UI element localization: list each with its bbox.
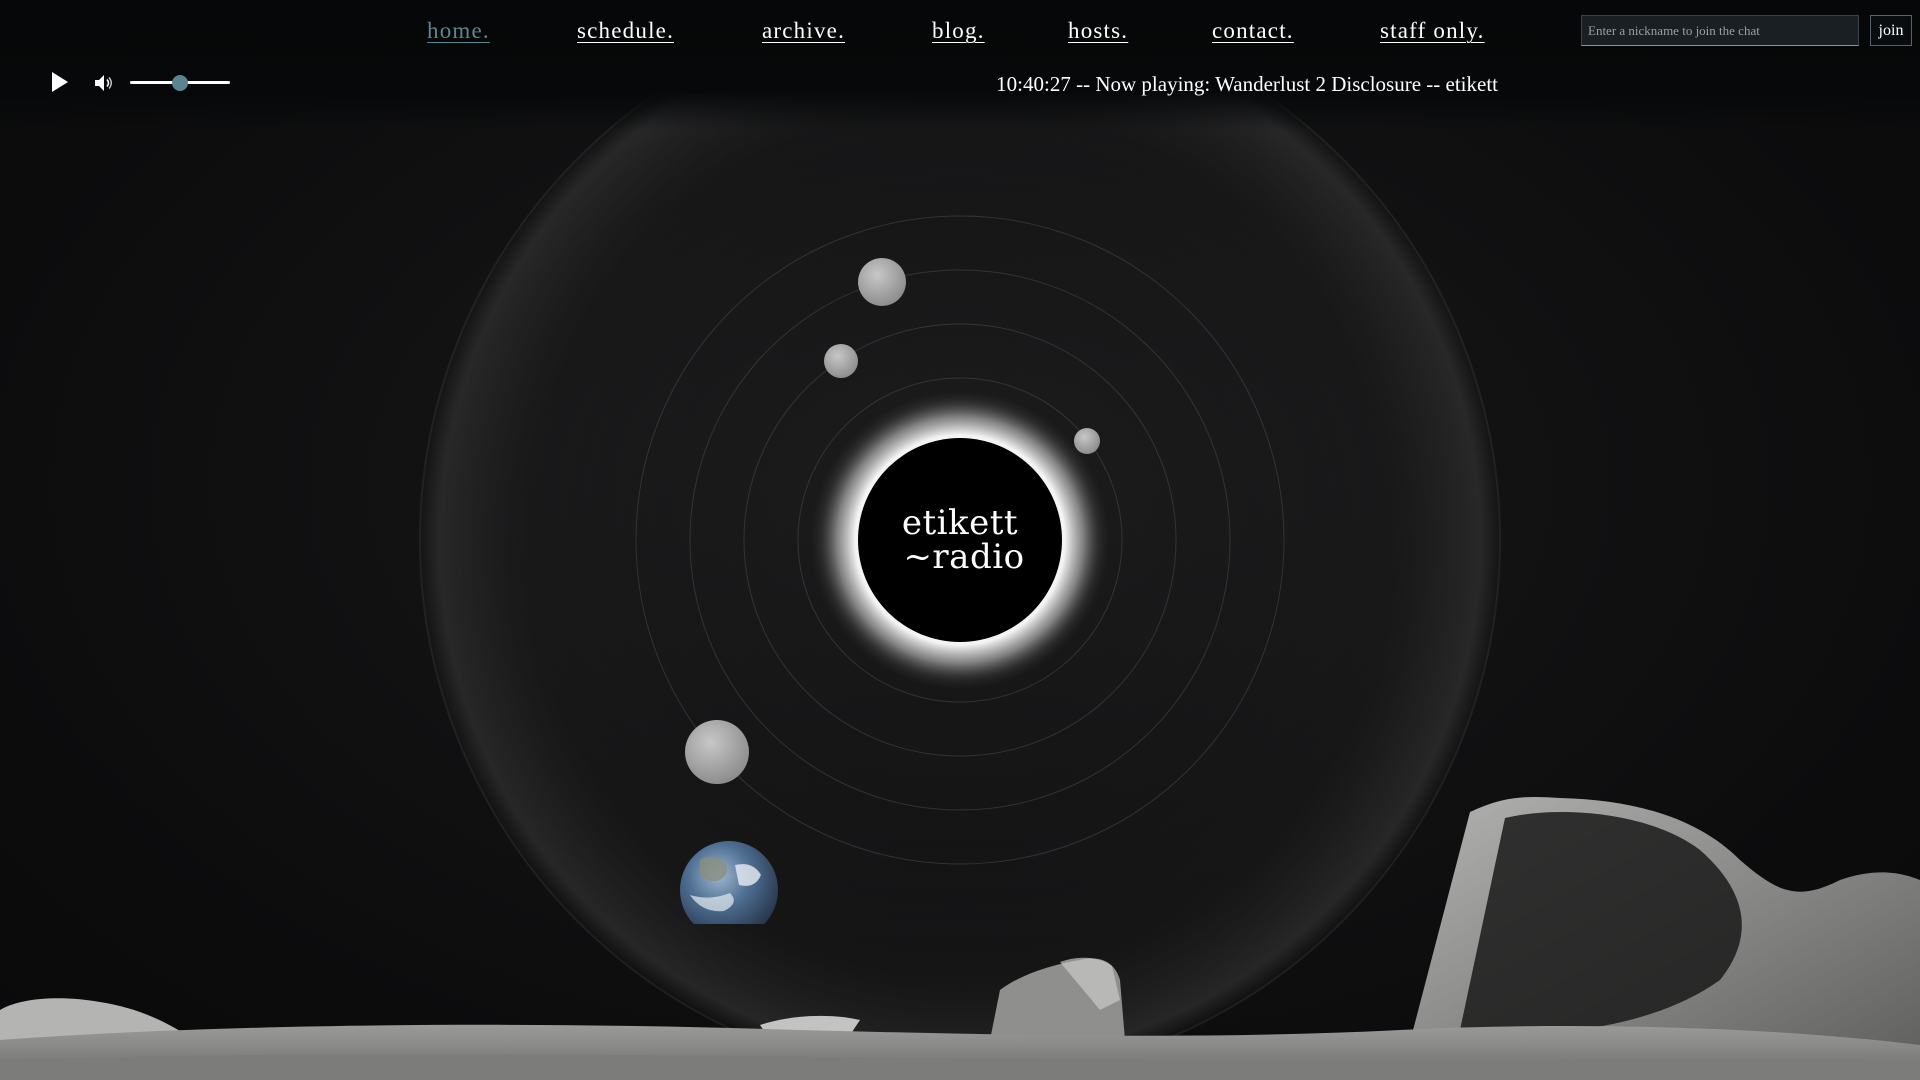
play-button[interactable] <box>48 70 72 94</box>
nav-contact[interactable]: contact. <box>1212 12 1380 52</box>
nav-staff-only[interactable]: staff only. <box>1380 12 1500 52</box>
moon-3 <box>1074 428 1100 454</box>
nav-schedule[interactable]: schedule. <box>577 12 762 52</box>
now-playing-text: 10:40:27 -- Now playing: Wanderlust 2 Di… <box>996 72 1498 96</box>
volume-thumb[interactable] <box>172 75 188 91</box>
play-icon <box>52 72 68 92</box>
nav-archive[interactable]: archive. <box>762 12 932 52</box>
page: home. schedule. archive. blog. hosts. co… <box>0 0 1920 1080</box>
moon-2 <box>824 344 858 378</box>
nav-blog[interactable]: blog. <box>932 12 1068 52</box>
nav-hosts[interactable]: hosts. <box>1068 12 1212 52</box>
moon-1 <box>858 258 906 306</box>
mute-button[interactable] <box>92 71 116 95</box>
moon-4 <box>685 720 749 784</box>
chat-nickname-input[interactable] <box>1581 15 1859 46</box>
nav-home[interactable]: home. <box>427 12 577 52</box>
main-nav: home. schedule. archive. blog. hosts. co… <box>427 12 1500 52</box>
volume-slider[interactable] <box>130 74 230 92</box>
station-logo[interactable]: etikett ~radio <box>858 438 1062 642</box>
logo-line-2: ~radio <box>903 537 1025 577</box>
join-button[interactable]: join <box>1870 15 1912 46</box>
volume-icon <box>95 75 112 91</box>
logo-line-1: etikett <box>901 503 1019 543</box>
